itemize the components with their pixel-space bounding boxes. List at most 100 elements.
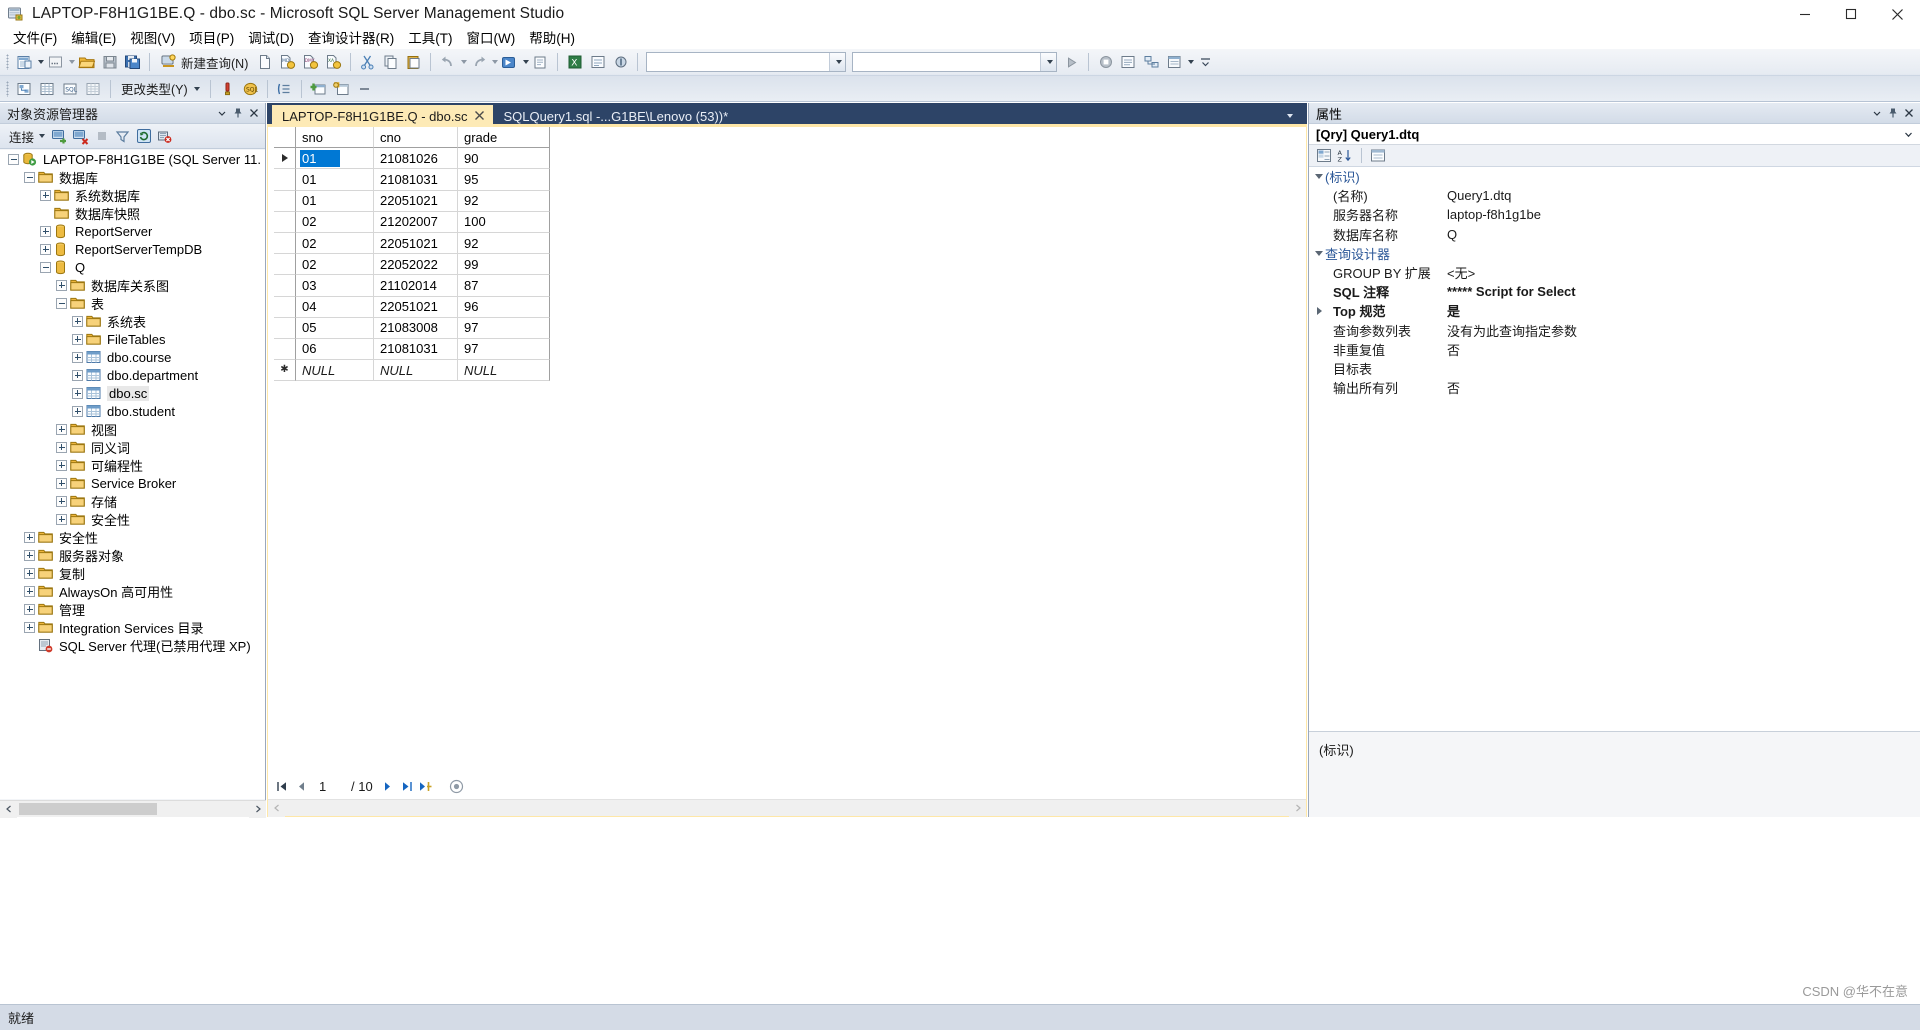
tab-dbo-sc[interactable]: LAPTOP-F8H1G1BE.Q - dbo.sc (272, 105, 494, 127)
grid-corner-cell[interactable] (274, 127, 296, 149)
new-item-icon[interactable] (44, 51, 67, 73)
property-row[interactable]: 输出所有列 否 (1309, 378, 1920, 397)
property-pages-icon[interactable] (1368, 146, 1388, 165)
show-criteria-pane-icon[interactable] (36, 78, 59, 100)
next-row-button[interactable] (380, 779, 396, 795)
tree-node[interactable]: AlwaysOn 高可用性 (0, 582, 265, 600)
grid-cell-cno[interactable]: 22051021 (374, 190, 458, 212)
toolbar-overflow-icon[interactable] (353, 78, 376, 100)
pin-icon[interactable] (1885, 105, 1901, 121)
property-row[interactable]: 目标表 (1309, 359, 1920, 378)
property-row[interactable]: SQL 注释 ***** Script for Select (1309, 282, 1920, 301)
scroll-right-icon[interactable] (1289, 799, 1306, 817)
property-row[interactable]: 数据库名称 Q (1309, 225, 1920, 244)
close-icon[interactable] (246, 105, 262, 121)
grid-cell-cno[interactable]: 21081026 (374, 148, 458, 170)
toolbar-grip[interactable] (6, 54, 9, 70)
tree-node[interactable]: ReportServerTempDB (0, 240, 265, 258)
tree-node[interactable]: FileTables (0, 330, 265, 348)
tree-node[interactable]: Integration Services 目录 (0, 618, 265, 636)
menu-help[interactable]: 帮助(H) (522, 29, 582, 49)
tree-node[interactable]: Service Broker (0, 474, 265, 492)
grid-row-header[interactable]: ✱ (274, 360, 296, 382)
grid-cell-grade[interactable]: 97 (458, 317, 550, 339)
query-options-icon[interactable] (1163, 51, 1186, 73)
verify-sql-syntax-icon[interactable]: SQL (239, 78, 262, 100)
grid-cell-sno[interactable]: 02 (296, 254, 374, 276)
results-grid[interactable]: sno cno grade 01 21081026 90 01 21081031 95 01 220… (274, 127, 550, 382)
show-results-pane-icon[interactable] (82, 78, 105, 100)
grid-hscrollbar[interactable] (268, 799, 1306, 817)
grid-row[interactable]: 02 21202007 100 (274, 211, 550, 233)
expand-icon[interactable] (40, 243, 51, 255)
property-row[interactable]: Top 规范 是 (1309, 301, 1920, 320)
tree-node[interactable]: 安全性 (0, 528, 265, 546)
tree-node[interactable]: 服务器对象 (0, 546, 265, 564)
grid-row-header[interactable] (274, 169, 296, 191)
grid-cell-sno[interactable]: 01 (296, 148, 374, 170)
tree-node[interactable]: 表 (0, 294, 265, 312)
pin-icon[interactable] (230, 105, 246, 121)
close-button[interactable] (1874, 0, 1920, 28)
tree-node[interactable]: 系统表 (0, 312, 265, 330)
expand-icon[interactable] (56, 513, 67, 525)
grid-cell-sno[interactable]: 05 (296, 317, 374, 339)
expand-icon[interactable] (56, 279, 67, 291)
tree-node[interactable]: dbo.sc (0, 384, 265, 402)
minimize-button[interactable] (1782, 0, 1828, 28)
change-type-dropdown-icon[interactable] (193, 86, 200, 91)
new-query-db-engine-icon[interactable] (253, 51, 276, 73)
expand-icon[interactable] (72, 405, 83, 417)
menu-file[interactable]: 文件(F) (6, 29, 64, 49)
object-explorer-hscrollbar[interactable] (0, 800, 266, 818)
property-value[interactable]: 是 (1447, 301, 1460, 320)
stop-icon[interactable] (1094, 51, 1117, 73)
grid-cell-sno[interactable]: 06 (296, 338, 374, 361)
stop-execution-button[interactable] (449, 779, 465, 795)
connect-button[interactable]: 连接 (6, 127, 48, 146)
tree-node[interactable]: dbo.department (0, 366, 265, 384)
grid-cell-sno[interactable]: 02 (296, 232, 374, 255)
grid-cell-grade[interactable]: 92 (458, 232, 550, 255)
category-twisty-icon[interactable] (1313, 250, 1325, 256)
grid-cell-sno[interactable]: NULL (296, 360, 374, 382)
tree-node[interactable]: 安全性 (0, 510, 265, 528)
tree-node[interactable]: 同义词 (0, 438, 265, 456)
menu-tools[interactable]: 工具(T) (401, 29, 459, 49)
property-value[interactable]: 否 (1447, 340, 1460, 359)
undo-icon[interactable] (436, 51, 459, 73)
grid-cell-cno[interactable]: 21081031 (374, 169, 458, 191)
new-project-icon[interactable] (13, 51, 36, 73)
disconnect-object-explorer-icon[interactable] (71, 127, 90, 146)
grid-cell-grade[interactable]: 99 (458, 254, 550, 276)
grid-row-header[interactable] (274, 190, 296, 212)
scroll-left-icon[interactable] (268, 799, 285, 817)
grid-row[interactable]: 02 22052022 99 (274, 254, 550, 276)
grid-row-header[interactable] (274, 275, 296, 297)
tree-node[interactable]: 数据库关系图 (0, 276, 265, 294)
alphabetical-view-icon[interactable]: A Z (1335, 146, 1355, 165)
change-type-button[interactable]: 更改类型(Y) (116, 78, 205, 100)
grid-cell-sno[interactable]: 01 (296, 169, 374, 191)
expand-icon[interactable] (24, 585, 35, 597)
display-estimated-plan-icon[interactable] (1140, 51, 1163, 73)
grid-cell-grade[interactable]: 97 (458, 338, 550, 361)
redo-icon[interactable] (467, 51, 490, 73)
expand-icon[interactable] (40, 225, 51, 237)
collapse-icon[interactable] (40, 261, 51, 273)
menu-window[interactable]: 窗口(W) (460, 29, 523, 49)
grid-cell-sno[interactable]: 03 (296, 275, 374, 297)
collapse-icon[interactable] (8, 153, 19, 165)
grid-row[interactable]: 01 22051021 92 (274, 190, 550, 212)
scroll-right-icon[interactable] (249, 800, 266, 818)
add-table-icon[interactable] (307, 78, 330, 100)
property-category-row[interactable]: (标识) (1309, 167, 1920, 187)
tree-node[interactable]: 存储 (0, 492, 265, 510)
grid-cell-cno[interactable]: 21081031 (374, 338, 458, 361)
property-value[interactable]: 没有为此查询指定参数 (1447, 321, 1577, 340)
grid-row[interactable]: 06 21081031 97 (274, 338, 550, 361)
property-value[interactable]: <无> (1447, 263, 1475, 282)
grid-cell-cno[interactable]: 21083008 (374, 317, 458, 339)
new-query-button[interactable]: 新建查询(N) (155, 51, 253, 73)
copy-icon[interactable] (379, 51, 402, 73)
